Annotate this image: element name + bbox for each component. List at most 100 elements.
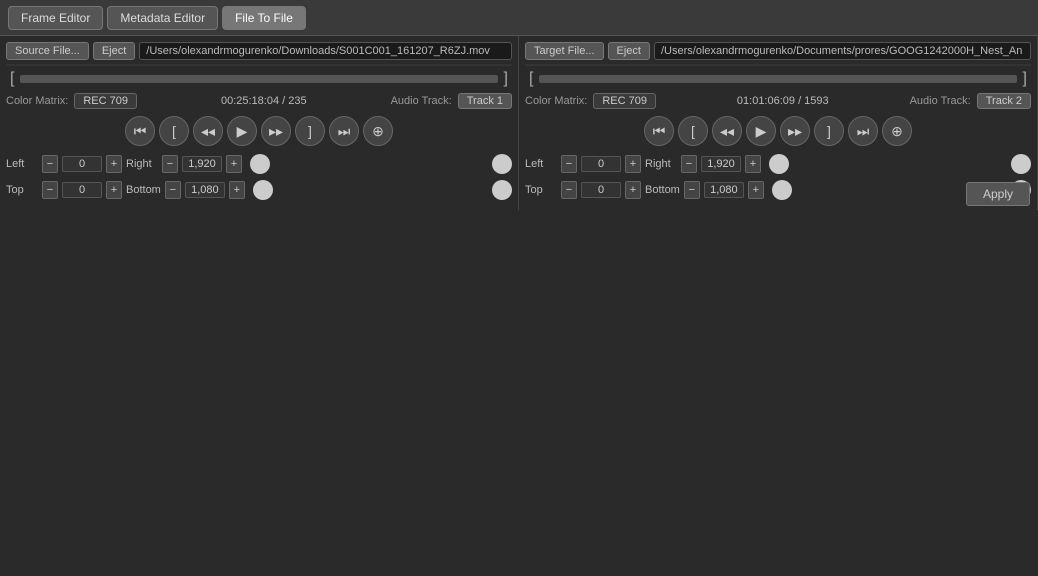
metadata-editor-tab[interactable]: Metadata Editor	[107, 6, 218, 30]
bottom-bar: Apply	[958, 178, 1038, 210]
right-bottom-label: Bottom	[645, 184, 680, 196]
left-loop-button[interactable]: ⊕	[363, 116, 393, 146]
left-far-slider[interactable]	[492, 154, 512, 174]
right-rewind-button[interactable]: ⏮	[644, 116, 674, 146]
left-rewind-button[interactable]: ⏮	[125, 116, 155, 146]
title-bar: Frame Editor Metadata Editor File To Fil…	[0, 0, 1038, 36]
right-bottom-value[interactable]: 1,080	[704, 182, 744, 198]
left-bottom-slider[interactable]	[253, 180, 273, 200]
left-next-frame-button[interactable]: ▸▸	[261, 116, 291, 146]
right-right-minus[interactable]: −	[681, 155, 697, 173]
right-info-row: Color Matrix: REC 709 01:01:06:09 / 1593…	[525, 90, 1031, 112]
right-top-label: Top	[525, 184, 557, 196]
right-skip-button[interactable]: ⏭	[848, 116, 878, 146]
left-file-bar: Source File... Eject /Users/olexandrmogu…	[6, 42, 512, 60]
left-bottom-value[interactable]: 1,080	[185, 182, 225, 198]
left-top-minus[interactable]: −	[42, 181, 58, 199]
right-top-minus[interactable]: −	[561, 181, 577, 199]
left-controls-section: Left − 0 + Right − 1,920 + Top − 0 + Bot…	[6, 150, 512, 204]
right-left-value[interactable]: 0	[581, 156, 621, 172]
left-top-bottom-row: Top − 0 + Bottom − 1,080 +	[6, 178, 512, 202]
left-file-path: /Users/olexandrmogurenko/Downloads/S001C…	[139, 42, 512, 60]
right-right-value[interactable]: 1,920	[701, 156, 741, 172]
left-color-matrix-value: REC 709	[74, 93, 137, 109]
left-right-value[interactable]: 1,920	[182, 156, 222, 172]
left-audio-track-button[interactable]: Track 1	[458, 93, 512, 109]
left-bracket-in-button[interactable]: [	[159, 116, 189, 146]
right-top-value[interactable]: 0	[581, 182, 621, 198]
source-file-button[interactable]: Source File...	[6, 42, 89, 60]
right-color-matrix-label: Color Matrix:	[525, 95, 587, 107]
left-bottom-label: Bottom	[126, 184, 161, 196]
right-bracket-open: [	[525, 70, 537, 88]
left-bracket-out-button[interactable]: ]	[295, 116, 325, 146]
left-eject-button[interactable]: Eject	[93, 42, 135, 60]
right-left-label: Left	[525, 158, 557, 170]
left-audio-track-label: Audio Track:	[391, 95, 452, 107]
left-panel: Source File... Eject /Users/olexandrmogu…	[0, 36, 519, 210]
left-top-value[interactable]: 0	[62, 182, 102, 198]
panels-container: Source File... Eject /Users/olexandrmogu…	[0, 36, 1038, 210]
left-bracket-close: ]	[500, 70, 512, 88]
right-left-right-row: Left − 0 + Right − 1,920 +	[525, 152, 1031, 176]
left-right-slider[interactable]	[250, 154, 270, 174]
left-left-label: Left	[6, 158, 38, 170]
left-left-right-row: Left − 0 + Right − 1,920 +	[6, 152, 512, 176]
right-right-label: Right	[645, 158, 677, 170]
right-top-bottom-row: Top − 0 + Bottom − 1,080 +	[525, 178, 1031, 202]
file-to-file-tab[interactable]: File To File	[222, 6, 306, 30]
apply-button[interactable]: Apply	[966, 182, 1030, 206]
right-far-slider[interactable]	[1011, 154, 1031, 174]
left-color-matrix-label: Color Matrix:	[6, 95, 68, 107]
right-bottom-minus[interactable]: −	[684, 181, 700, 199]
left-timeline-track[interactable]	[20, 75, 497, 83]
right-audio-track-label: Audio Track:	[910, 95, 971, 107]
right-transport: ⏮ [ ◂◂ ▶ ▸▸ ] ⏭ ⊕	[525, 112, 1031, 150]
left-right-plus[interactable]: +	[226, 155, 242, 173]
left-left-minus[interactable]: −	[42, 155, 58, 173]
left-bottom-far-slider[interactable]	[492, 180, 512, 200]
left-timecode: 00:25:18:04 / 235	[143, 95, 385, 107]
right-timecode: 01:01:06:09 / 1593	[662, 95, 904, 107]
left-skip-button[interactable]: ⏭	[329, 116, 359, 146]
left-left-plus[interactable]: +	[106, 155, 122, 173]
left-prev-frame-button[interactable]: ◂◂	[193, 116, 223, 146]
left-info-row: Color Matrix: REC 709 00:25:18:04 / 235 …	[6, 90, 512, 112]
right-right-plus[interactable]: +	[745, 155, 761, 173]
left-bracket-open: [	[6, 70, 18, 88]
left-top-label: Top	[6, 184, 38, 196]
right-color-matrix-value: REC 709	[593, 93, 656, 109]
right-top-plus[interactable]: +	[625, 181, 641, 199]
left-video-area	[6, 64, 512, 66]
right-timeline-track[interactable]	[539, 75, 1016, 83]
right-bracket-out-button[interactable]: ]	[814, 116, 844, 146]
right-controls-section: Left − 0 + Right − 1,920 + Top − 0 + Bot…	[525, 150, 1031, 204]
left-left-value[interactable]: 0	[62, 156, 102, 172]
right-right-slider[interactable]	[769, 154, 789, 174]
left-bottom-plus[interactable]: +	[229, 181, 245, 199]
right-loop-button[interactable]: ⊕	[882, 116, 912, 146]
right-bottom-slider[interactable]	[772, 180, 792, 200]
right-bracket-close: ]	[1019, 70, 1031, 88]
right-bottom-plus[interactable]: +	[748, 181, 764, 199]
right-audio-track-button[interactable]: Track 2	[977, 93, 1031, 109]
right-eject-button[interactable]: Eject	[608, 42, 650, 60]
right-video-area	[525, 64, 1031, 66]
left-right-minus[interactable]: −	[162, 155, 178, 173]
right-left-plus[interactable]: +	[625, 155, 641, 173]
right-file-path: /Users/olexandrmogurenko/Documents/prore…	[654, 42, 1031, 60]
right-left-minus[interactable]: −	[561, 155, 577, 173]
right-prev-frame-button[interactable]: ◂◂	[712, 116, 742, 146]
target-file-button[interactable]: Target File...	[525, 42, 604, 60]
right-bracket-in-button[interactable]: [	[678, 116, 708, 146]
right-timeline: [ ]	[525, 68, 1031, 90]
left-right-label: Right	[126, 158, 158, 170]
frame-editor-tab[interactable]: Frame Editor	[8, 6, 103, 30]
left-timeline: [ ]	[6, 68, 512, 90]
left-bottom-minus[interactable]: −	[165, 181, 181, 199]
left-top-plus[interactable]: +	[106, 181, 122, 199]
right-next-frame-button[interactable]: ▸▸	[780, 116, 810, 146]
left-play-button[interactable]: ▶	[227, 116, 257, 146]
right-play-button[interactable]: ▶	[746, 116, 776, 146]
left-transport: ⏮ [ ◂◂ ▶ ▸▸ ] ⏭ ⊕	[6, 112, 512, 150]
